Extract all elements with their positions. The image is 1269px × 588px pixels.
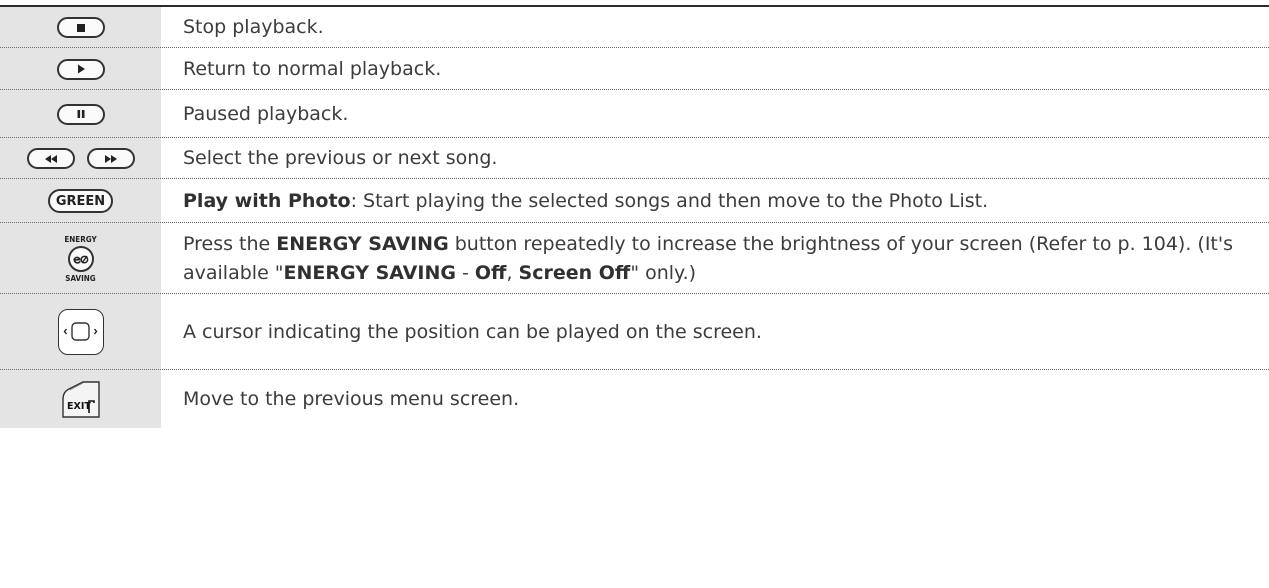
- energy-label: ENERGY: [64, 234, 97, 244]
- icon-cell: [0, 48, 161, 90]
- icon-cell: GREEN: [0, 179, 161, 223]
- screen-off-bold: Screen Off: [518, 261, 631, 284]
- saving-label: SAVING: [65, 273, 96, 283]
- desc-text: " only.): [630, 261, 697, 284]
- table-row: EXIT Move to the previous menu screen.: [0, 370, 1269, 428]
- desc-text: ,: [506, 261, 519, 284]
- icon-cell: [0, 294, 161, 370]
- exit-button-icon: EXIT: [61, 379, 101, 419]
- icon-cell: [0, 7, 161, 48]
- page: Stop playback. Return to normal playback…: [0, 0, 1269, 588]
- play-button-icon: [56, 58, 105, 80]
- row-description: Return to normal playback.: [183, 57, 442, 80]
- stop-button-icon: [56, 17, 105, 38]
- icon-cell: [0, 138, 161, 179]
- leaf-icon: [67, 245, 94, 272]
- table-row: Stop playback.: [0, 7, 1269, 48]
- green-button-icon: GREEN: [47, 189, 114, 213]
- rewind-fastforward-buttons-icon: [26, 148, 135, 169]
- row-description: Paused playback.: [183, 102, 349, 125]
- row-description: Stop playback.: [183, 16, 324, 38]
- pause-button-icon: [56, 103, 105, 125]
- table-row: A cursor indicating the position can be …: [0, 294, 1269, 370]
- row-description-text: : Start playing the selected songs and t…: [350, 189, 989, 212]
- icon-cell: [0, 90, 161, 138]
- row-description: Select the previous or next song.: [183, 147, 498, 169]
- row-description: Move to the previous menu screen.: [183, 387, 520, 410]
- table-row: Return to normal playback.: [0, 48, 1269, 90]
- off-bold: Off: [474, 261, 507, 284]
- rewind-button-icon: [26, 148, 75, 169]
- navigation-pad-icon: [57, 309, 104, 355]
- exit-label: EXIT: [67, 401, 91, 412]
- row-description: Press the ENERGY SAVING button repeatedl…: [161, 223, 1269, 294]
- table-row: ENERGY SAVING Press the ENERGY SAVING bu…: [0, 223, 1269, 294]
- play-with-photo-label: Play with Photo: [183, 189, 351, 212]
- table-row: GREEN Play with Photo: Start playing the…: [0, 179, 1269, 223]
- table-row: Select the previous or next song.: [0, 138, 1269, 179]
- button-function-table: Stop playback. Return to normal playback…: [0, 7, 1269, 428]
- desc-text: Press the: [183, 232, 277, 255]
- fast-forward-button-icon: [86, 148, 135, 169]
- energy-saving-button-icon: ENERGY SAVING: [64, 235, 96, 283]
- icon-cell: ENERGY SAVING: [0, 223, 161, 294]
- row-description: A cursor indicating the position can be …: [183, 320, 762, 343]
- row-description: Play with Photo: Start playing the selec…: [161, 179, 1269, 223]
- desc-text: -: [455, 261, 475, 284]
- table-row: Paused playback.: [0, 90, 1269, 138]
- energy-saving-bold: ENERGY SAVING: [283, 261, 456, 284]
- energy-saving-bold: ENERGY SAVING: [276, 232, 449, 255]
- icon-cell: EXIT: [0, 370, 161, 428]
